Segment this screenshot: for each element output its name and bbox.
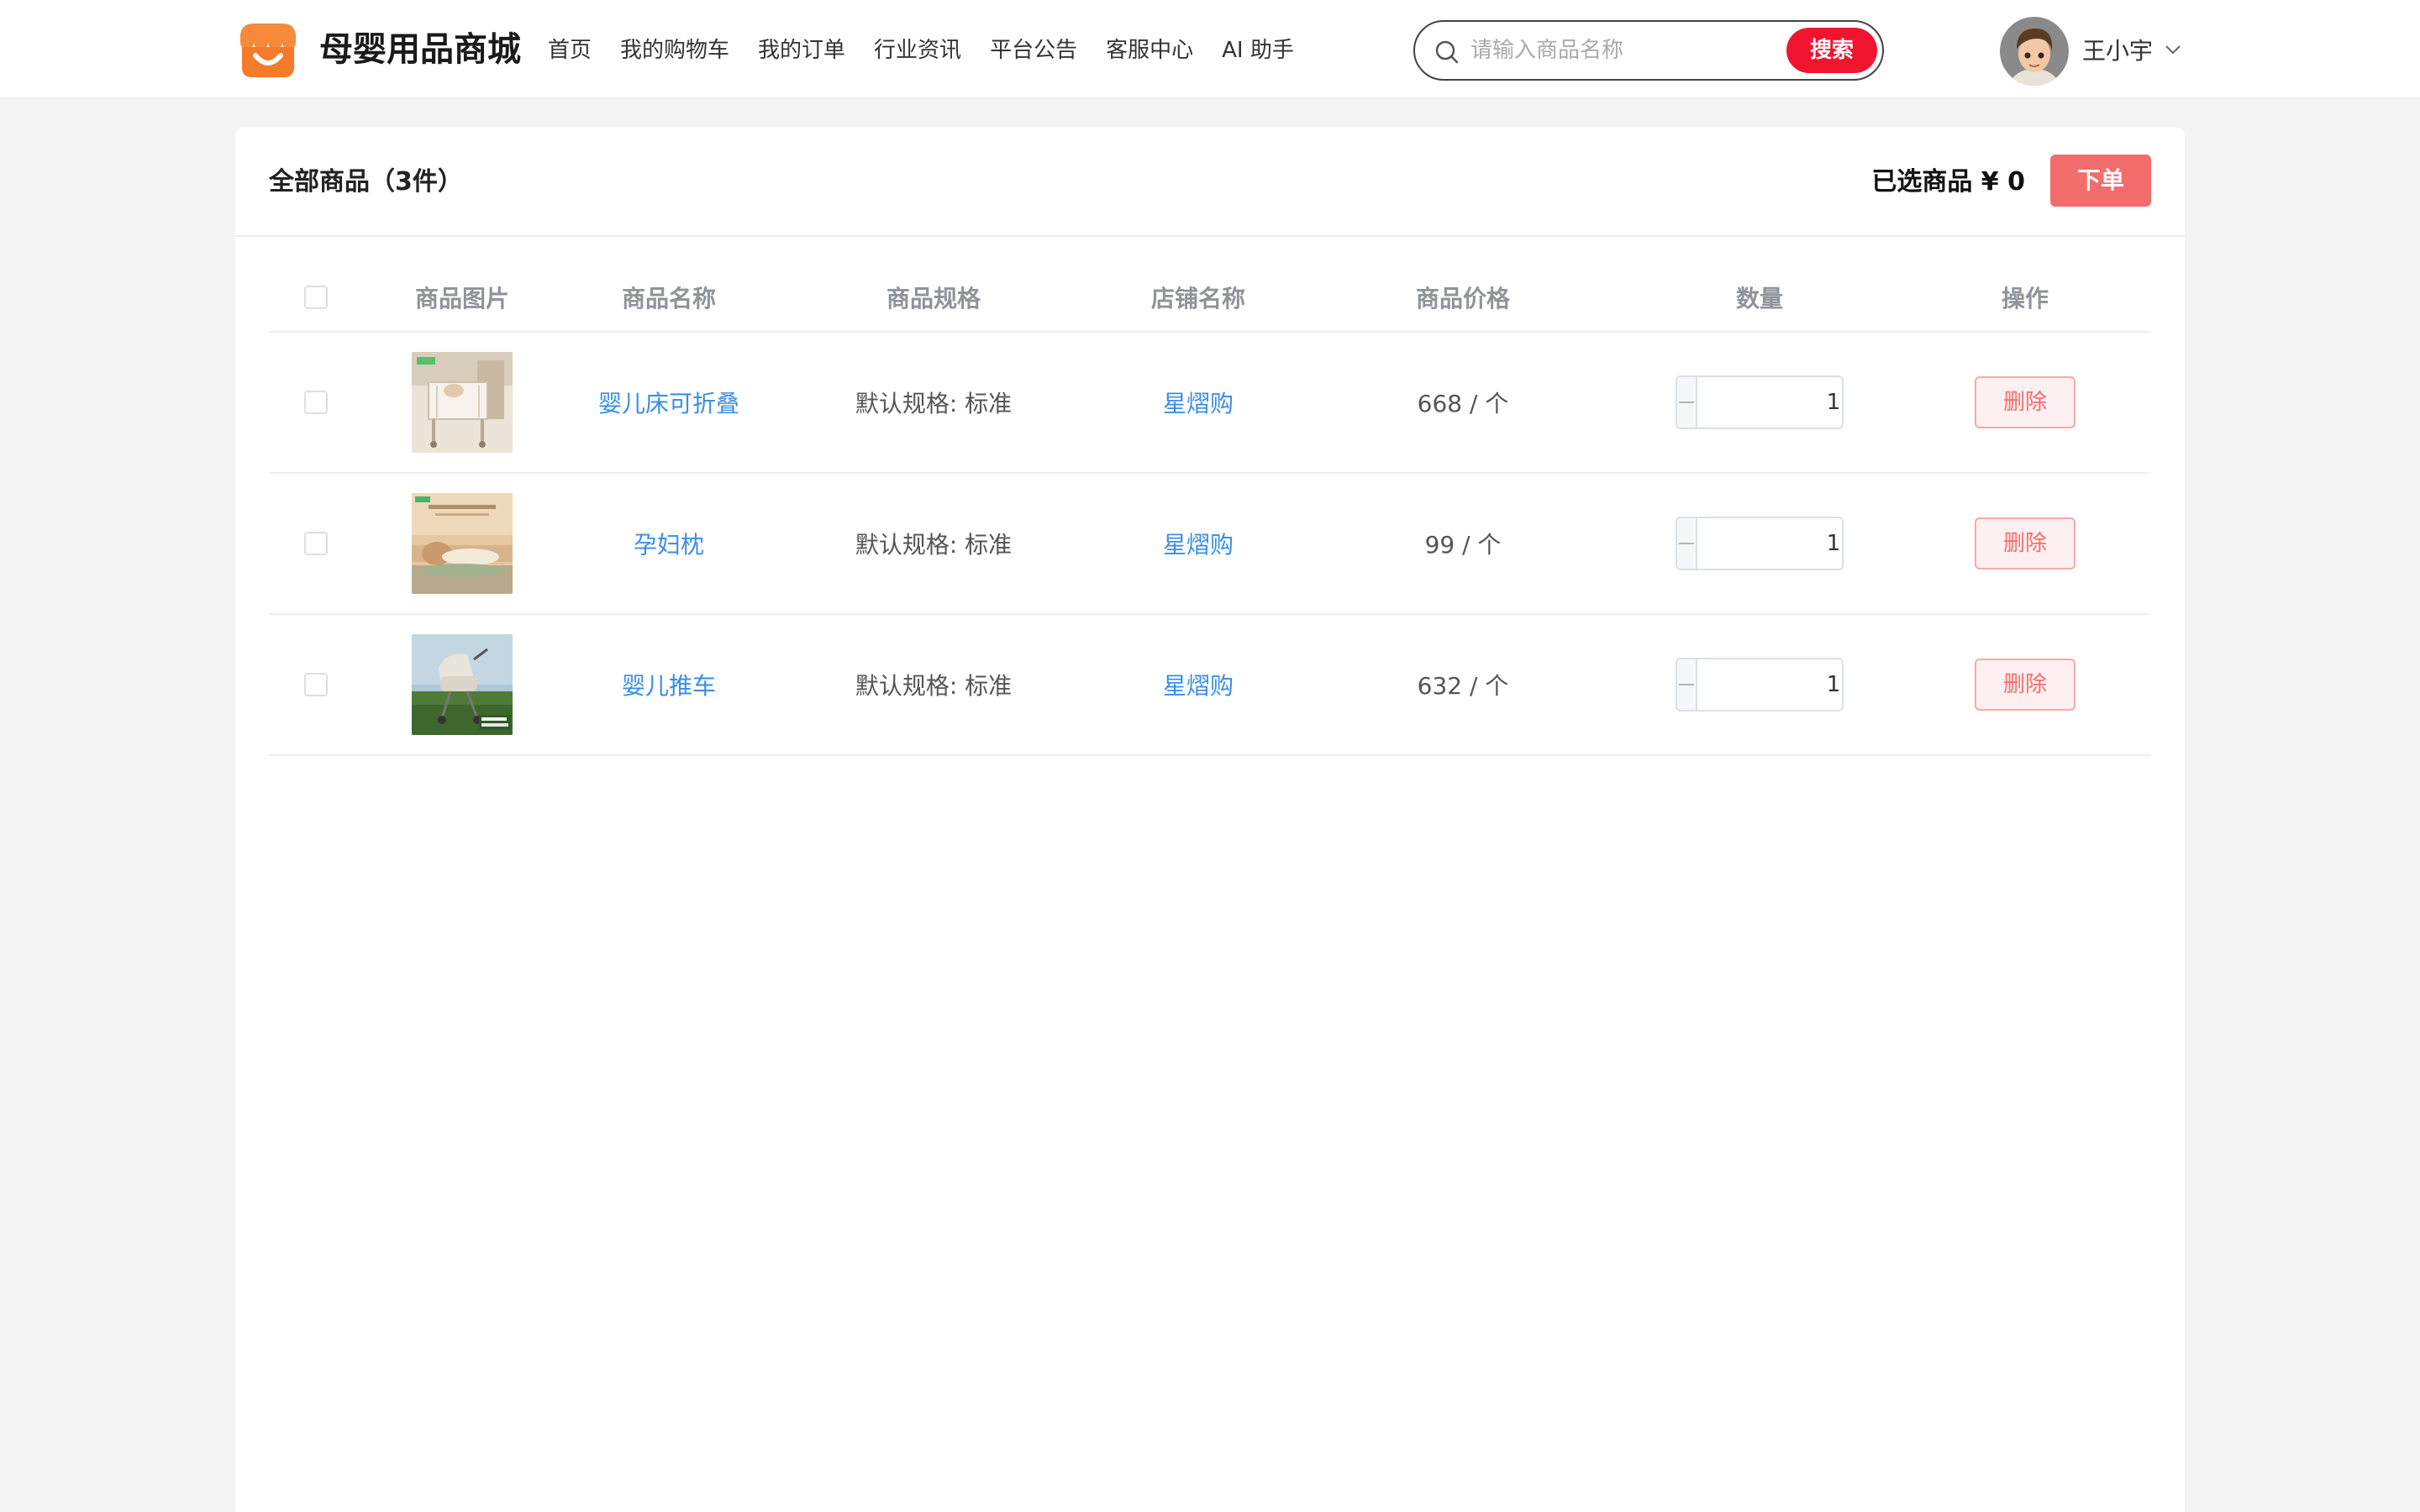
- nav-item-news[interactable]: 行业资讯: [874, 34, 961, 67]
- column-header-spec: 商品规格: [886, 285, 981, 312]
- product-name-link[interactable]: 婴儿床可折叠: [598, 386, 739, 419]
- product-name-link[interactable]: 婴儿推车: [622, 668, 716, 701]
- search-input[interactable]: [1470, 32, 1748, 69]
- chevron-down-icon[interactable]: [2163, 39, 2183, 60]
- product-price: 668 / 个: [1417, 390, 1509, 417]
- product-spec: 默认规格: 标准: [855, 390, 1013, 417]
- quantity-stepper: [1676, 517, 1844, 570]
- quantity-input[interactable]: [1697, 518, 1842, 569]
- table-header: 商品图片 商品名称 商品规格 店铺名称 商品价格 数量 操作: [269, 264, 2151, 333]
- selected-total: 已选商品 ¥ 0: [1871, 167, 2025, 197]
- cart-header: 全部商品（3件） 已选商品 ¥ 0 下单: [235, 128, 2185, 237]
- delete-button[interactable]: 删除: [1975, 517, 2075, 570]
- search-button[interactable]: 搜索: [1786, 28, 1877, 73]
- quantity-stepper: [1676, 375, 1844, 429]
- top-navbar: 母婴用品商城 首页 我的购物车 我的订单 行业资讯 平台公告 客服中心 AI 助…: [0, 0, 2420, 99]
- product-image-pillow[interactable]: [412, 493, 513, 594]
- row-checkbox[interactable]: [304, 673, 328, 696]
- column-header-shop: 店铺名称: [1150, 285, 1245, 312]
- user-name[interactable]: 王小宇: [2082, 34, 2153, 69]
- column-header-name: 商品名称: [621, 285, 716, 312]
- shop-name-link[interactable]: 星熠购: [1163, 386, 1234, 419]
- product-spec: 默认规格: 标准: [855, 531, 1013, 559]
- main-nav: 首页 我的购物车 我的订单 行业资讯 平台公告 客服中心 AI 助手: [548, 34, 1323, 67]
- search-icon: [1435, 40, 1459, 64]
- avatar[interactable]: [2000, 17, 2069, 86]
- cart-panel: 全部商品（3件） 已选商品 ¥ 0 下单 商品图片 商品名称 商品规格 店铺名称…: [235, 128, 2185, 1512]
- search-box: 搜索: [1413, 20, 1884, 81]
- column-header-price: 商品价格: [1415, 285, 1510, 312]
- select-all-checkbox[interactable]: [304, 286, 328, 309]
- product-name-link[interactable]: 孕妇枕: [634, 527, 704, 560]
- shop-name-link[interactable]: 星熠购: [1163, 668, 1234, 701]
- nav-item-service[interactable]: 客服中心: [1106, 34, 1193, 67]
- shop-name-link[interactable]: 星熠购: [1163, 527, 1234, 560]
- place-order-button[interactable]: 下单: [2050, 155, 2151, 207]
- table-row: 婴儿床可折叠 默认规格: 标准 星熠购 668 / 个 删除: [269, 333, 2151, 474]
- nav-item-orders[interactable]: 我的订单: [758, 34, 845, 67]
- cart-title: 全部商品（3件）: [269, 167, 463, 197]
- column-header-image: 商品图片: [414, 285, 509, 312]
- product-image-stroller[interactable]: [412, 634, 513, 735]
- quantity-input[interactable]: [1697, 377, 1842, 428]
- column-header-actions: 操作: [2001, 285, 2049, 312]
- cart-table: 商品图片 商品名称 商品规格 店铺名称 商品价格 数量 操作 婴儿床可折叠 默认…: [269, 264, 2151, 756]
- row-checkbox[interactable]: [304, 391, 328, 414]
- quantity-stepper: [1676, 658, 1844, 711]
- nav-item-cart[interactable]: 我的购物车: [620, 34, 729, 67]
- decrease-button[interactable]: [1677, 518, 1697, 569]
- product-spec: 默认规格: 标准: [855, 672, 1013, 700]
- minus-icon: [1679, 402, 1694, 403]
- decrease-button[interactable]: [1677, 659, 1697, 710]
- product-image-crib[interactable]: [412, 352, 513, 453]
- minus-icon: [1679, 684, 1694, 685]
- product-price: 99 / 个: [1424, 531, 1502, 559]
- row-checkbox[interactable]: [304, 532, 328, 555]
- minus-icon: [1679, 543, 1694, 544]
- table-row: 婴儿推车 默认规格: 标准 星熠购 632 / 个 删除: [269, 615, 2151, 756]
- quantity-input[interactable]: [1697, 659, 1842, 710]
- decrease-button[interactable]: [1677, 377, 1697, 428]
- delete-button[interactable]: 删除: [1975, 659, 2075, 711]
- shop-logo-icon[interactable]: [235, 18, 301, 81]
- delete-button[interactable]: 删除: [1975, 376, 2075, 428]
- brand-title[interactable]: 母婴用品商城: [319, 25, 521, 74]
- nav-item-notices[interactable]: 平台公告: [990, 34, 1077, 67]
- column-header-quantity: 数量: [1735, 285, 1783, 312]
- table-row: 孕妇枕 默认规格: 标准 星熠购 99 / 个 删除: [269, 474, 2151, 615]
- nav-item-home[interactable]: 首页: [548, 34, 592, 67]
- product-price: 632 / 个: [1417, 672, 1509, 700]
- nav-item-ai-assistant[interactable]: AI 助手: [1222, 34, 1294, 67]
